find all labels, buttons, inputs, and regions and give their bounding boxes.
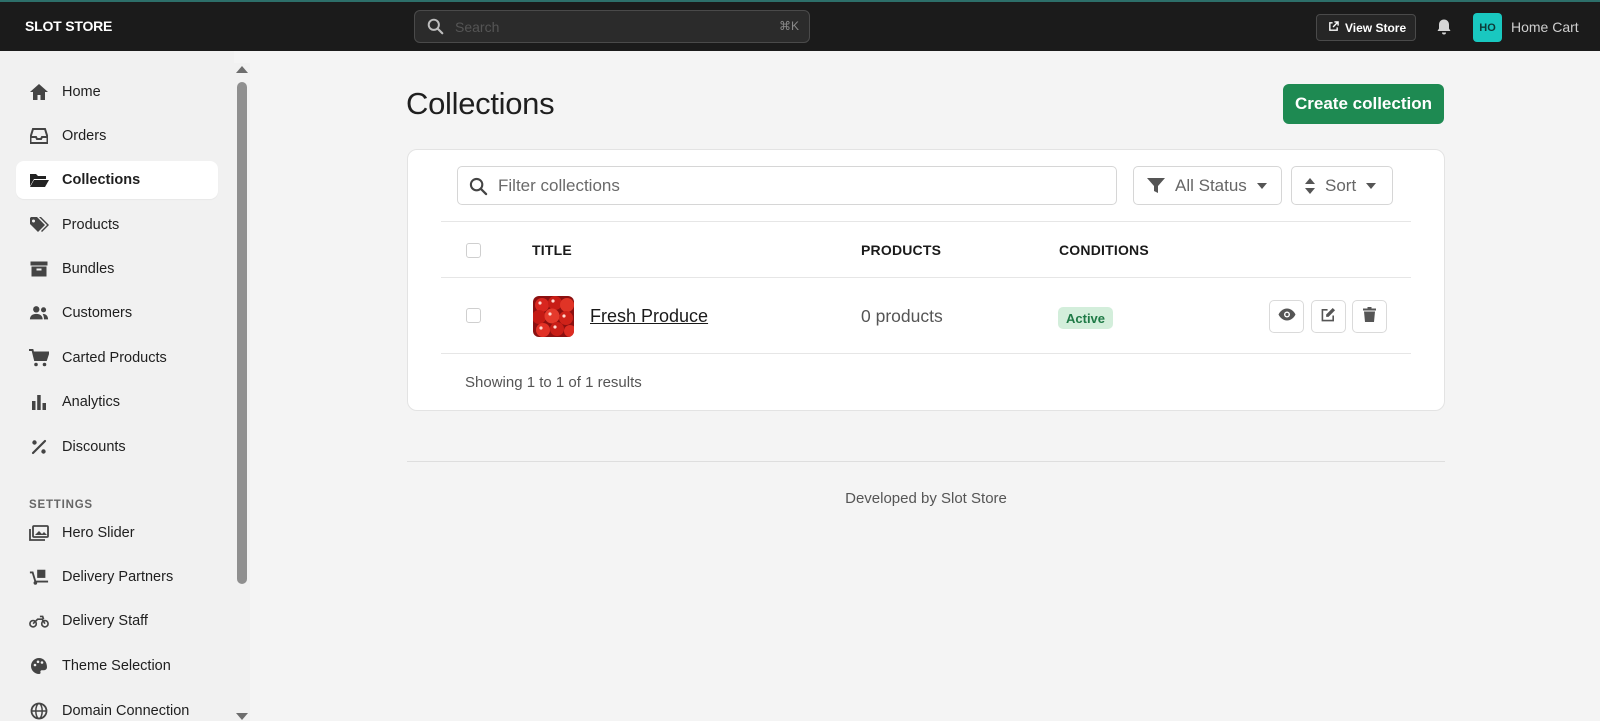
motorcycle-icon (29, 611, 49, 631)
sidebar-item-label: Analytics (62, 394, 121, 410)
dolly-icon (29, 567, 49, 587)
settings-section-label: SETTINGS (29, 499, 93, 511)
filter-collections-field[interactable] (457, 166, 1117, 205)
page-title: Collections (406, 86, 555, 121)
user-name[interactable]: Home Cart (1511, 19, 1579, 35)
edit-button[interactable] (1311, 300, 1346, 333)
search-shortcut: ⌘K (778, 19, 799, 33)
status-filter-label: All Status (1175, 175, 1247, 195)
sidebar-item-collections[interactable]: Collections (16, 161, 218, 199)
bar-chart-icon (29, 392, 49, 412)
product-count: 0 products (861, 306, 943, 326)
footer-divider (407, 461, 1445, 462)
filter-collections-input[interactable] (498, 176, 1058, 196)
edit-icon (1321, 307, 1336, 327)
sidebar-item-bundles[interactable]: Bundles (16, 250, 218, 288)
search-icon (427, 18, 444, 40)
sidebar-item-products[interactable]: Products (16, 206, 218, 244)
tags-icon (29, 215, 49, 235)
search-input[interactable] (455, 17, 755, 37)
top-bar: SLOT STORE ⌘K View Store HO Home Cart (0, 0, 1600, 51)
status-filter-dropdown[interactable]: All Status (1133, 166, 1282, 205)
column-header-title[interactable]: TITLE (532, 242, 572, 258)
collection-thumbnail[interactable] (533, 296, 574, 337)
sidebar-item-label: Domain Connection (62, 703, 190, 719)
sidebar-item-label: Orders (62, 128, 107, 144)
footer-text: Developed by Slot Store (845, 490, 1007, 507)
sidebar-item-theme-selection[interactable]: Theme Selection (16, 647, 218, 685)
external-link-icon (1328, 20, 1339, 35)
images-icon (29, 523, 49, 543)
eye-icon (1278, 308, 1296, 326)
folder-open-icon (29, 170, 49, 190)
percent-icon (29, 437, 49, 457)
sidebar-item-carted-products[interactable]: Carted Products (16, 339, 218, 377)
sidebar-item-customers[interactable]: Customers (16, 294, 218, 332)
status-badge: Active (1058, 307, 1114, 329)
home-icon (29, 82, 49, 102)
sort-dropdown[interactable]: Sort (1291, 166, 1393, 205)
sidebar-item-label: Theme Selection (62, 658, 171, 674)
archive-icon (29, 259, 49, 279)
search-icon (469, 177, 488, 201)
delete-button[interactable] (1352, 300, 1387, 333)
inbox-icon (29, 126, 49, 146)
users-icon (29, 303, 49, 323)
palette-icon (29, 656, 49, 676)
globe-icon (29, 701, 49, 721)
sidebar-item-label: Products (62, 217, 120, 233)
sidebar: Home Orders Collections Products Bundles… (0, 51, 234, 721)
brand-logo[interactable]: SLOT STORE (25, 18, 112, 34)
sort-icon (1305, 177, 1315, 194)
scroll-down-arrow-icon[interactable] (236, 713, 248, 720)
view-button[interactable] (1269, 300, 1304, 333)
view-store-label: View Store (1345, 20, 1407, 35)
sidebar-item-label: Customers (62, 305, 133, 321)
chevron-down-icon (1366, 182, 1377, 189)
trash-icon (1363, 306, 1376, 327)
pagination-summary: Showing 1 to 1 of 1 results (465, 374, 642, 391)
sidebar-item-domain-connection[interactable]: Domain Connection (16, 692, 218, 721)
create-collection-button[interactable]: Create collection (1283, 84, 1444, 124)
filter-funnel-icon (1147, 177, 1165, 194)
sidebar-item-label: Discounts (62, 439, 126, 455)
select-all-checkbox[interactable] (466, 243, 481, 258)
column-header-products[interactable]: PRODUCTS (861, 242, 941, 258)
sidebar-item-analytics[interactable]: Analytics (16, 383, 218, 421)
row-checkbox[interactable] (466, 308, 481, 323)
table-divider (441, 277, 1411, 278)
sidebar-item-label: Delivery Staff (62, 613, 148, 629)
sidebar-item-delivery-partners[interactable]: Delivery Partners (16, 558, 218, 596)
table-divider (441, 221, 1411, 222)
view-store-button[interactable]: View Store (1316, 14, 1416, 41)
sidebar-scroll-thumb[interactable] (237, 82, 247, 584)
cart-icon (29, 348, 49, 368)
table-divider (441, 353, 1411, 354)
sidebar-item-delivery-staff[interactable]: Delivery Staff (16, 602, 218, 640)
sort-label: Sort (1325, 175, 1357, 195)
sidebar-item-hero-slider[interactable]: Hero Slider (16, 514, 218, 552)
collection-title-link[interactable]: Fresh Produce (590, 306, 708, 327)
column-header-conditions[interactable]: CONDITIONS (1059, 242, 1149, 258)
sidebar-item-orders[interactable]: Orders (16, 117, 218, 155)
sidebar-item-home[interactable]: Home (16, 73, 218, 111)
global-search[interactable]: ⌘K (414, 10, 810, 43)
bell-icon[interactable] (1436, 18, 1452, 41)
sidebar-item-label: Delivery Partners (62, 569, 174, 585)
sidebar-item-label: Carted Products (62, 350, 167, 366)
sidebar-item-discounts[interactable]: Discounts (16, 428, 218, 466)
avatar[interactable]: HO (1473, 13, 1502, 42)
sidebar-item-label: Home (62, 84, 101, 100)
sidebar-item-label: Bundles (62, 261, 115, 277)
scroll-up-arrow-icon[interactable] (236, 66, 248, 73)
sidebar-item-label: Hero Slider (62, 525, 135, 541)
sidebar-item-label: Collections (62, 172, 141, 188)
chevron-down-icon (1256, 182, 1267, 189)
